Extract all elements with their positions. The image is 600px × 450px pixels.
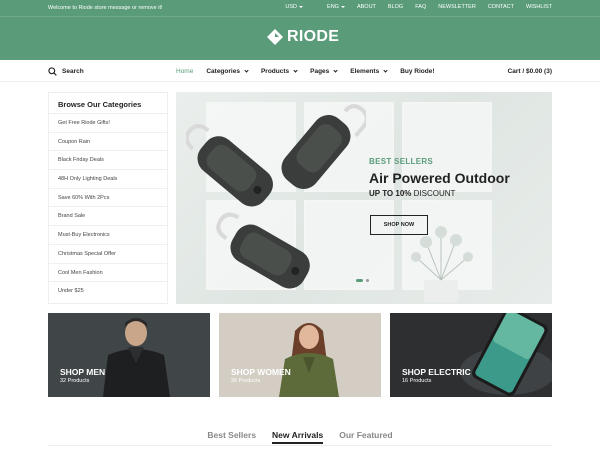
search-label: Search: [62, 68, 84, 75]
slider-dot[interactable]: [356, 279, 363, 282]
banner-title: SHOP ELECTRIC: [402, 367, 471, 377]
nav-item-pages[interactable]: Pages: [310, 68, 338, 75]
chevron-down-icon: [340, 6, 345, 8]
category-item[interactable]: Black Friday Deals: [49, 151, 167, 171]
logo-mark-icon: [267, 29, 283, 45]
nav-item-home[interactable]: Home: [176, 68, 193, 75]
tab-our-featured[interactable]: Our Featured: [339, 430, 392, 440]
nav-label: Categories: [206, 68, 240, 75]
shop-now-button[interactable]: SHOP NOW: [370, 215, 428, 235]
search-button[interactable]: Search: [48, 67, 84, 76]
main-nav: Search Home Categories Products Pages El…: [0, 60, 600, 82]
chevron-down-icon: [293, 68, 298, 73]
menu: Home Categories Products Pages Elements …: [176, 68, 448, 75]
top-link-wishlist[interactable]: WISHLIST: [526, 4, 552, 10]
language-label: ENG: [327, 4, 339, 10]
sidebar-title: Browse Our Categories: [49, 93, 167, 114]
chevron-down-icon: [299, 6, 304, 8]
category-item[interactable]: Save 60% With 2Pcs: [49, 189, 167, 208]
category-sidebar: Browse Our Categories Get Free Riode Gif…: [48, 92, 168, 304]
top-link-contact[interactable]: CONTACT: [488, 4, 514, 10]
tab-new-arrivals[interactable]: New Arrivals: [272, 430, 324, 444]
chevron-down-icon: [244, 68, 249, 73]
tab-divider: [48, 445, 552, 446]
hero-text: BEST SELLERS Air Powered Outdoor UP TO 1…: [369, 157, 510, 198]
top-links: USD ENG ABOUT BLOG FAQ NEWSLETTER CONTAC…: [261, 4, 552, 10]
banner-shop-men[interactable]: SHOP MEN 32 Products: [48, 313, 210, 397]
category-item[interactable]: Cool Men Fashion: [49, 264, 167, 283]
nav-item-buy-riode[interactable]: Buy Riode!: [400, 68, 434, 75]
top-link-newsletter[interactable]: NEWSLETTER: [438, 4, 476, 10]
nav-label: Products: [260, 68, 290, 75]
currency-selector[interactable]: USD: [273, 4, 304, 10]
phone-photo: [390, 313, 552, 397]
hero-slider: BEST SELLERS Air Powered Outdoor UP TO 1…: [176, 92, 552, 304]
hero-discount-label: DISCOUNT: [413, 189, 456, 198]
cart-link[interactable]: Cart / $0.00 (3): [508, 68, 552, 75]
nav-item-categories[interactable]: Categories: [206, 68, 249, 75]
top-link-faq[interactable]: FAQ: [415, 4, 426, 10]
man-photo: [48, 313, 210, 397]
chevron-down-icon: [333, 68, 338, 73]
hero-title: Air Powered Outdoor: [369, 170, 510, 186]
top-link-blog[interactable]: BLOG: [388, 4, 403, 10]
banner-count: 16 Products: [402, 378, 432, 384]
nav-label: Elements: [350, 68, 380, 75]
category-item[interactable]: Christmas Special Offer: [49, 245, 167, 264]
banner-title: SHOP MEN: [60, 367, 106, 377]
nav-label: Buy Riode!: [400, 68, 435, 75]
banner-count: 32 Products: [60, 378, 90, 384]
hero-subtitle: UP TO 10% DISCOUNT: [369, 189, 510, 198]
search-icon: [48, 67, 57, 76]
category-item[interactable]: Under $25: [49, 282, 167, 301]
tab-best-sellers[interactable]: Best Sellers: [207, 430, 256, 440]
banner-count: 26 Products: [231, 378, 261, 384]
hero-tag: BEST SELLERS: [369, 157, 434, 166]
header: Welcome to Riode store message or remove…: [0, 0, 600, 60]
category-item[interactable]: Brand Sale: [49, 207, 167, 227]
product-tabs: Best Sellers New Arrivals Our Featured: [0, 430, 600, 444]
banner-shop-women[interactable]: SHOP WOMEN 26 Products: [219, 313, 381, 397]
hero-discount: UP TO 10%: [369, 189, 412, 198]
category-item[interactable]: Must-Buy Electronics: [49, 226, 167, 245]
banner-shop-electric[interactable]: SHOP ELECTRIC 16 Products: [390, 313, 552, 397]
language-selector[interactable]: ENG: [315, 4, 345, 10]
category-item[interactable]: Coupon Rain: [49, 133, 167, 152]
chevron-down-icon: [383, 68, 388, 73]
currency-label: USD: [285, 4, 298, 10]
top-bar: Welcome to Riode store message or remove…: [0, 0, 600, 17]
nav-item-elements[interactable]: Elements: [350, 68, 388, 75]
logo-text: RIODE: [287, 28, 340, 45]
slider-dots: [356, 279, 369, 282]
logo[interactable]: RIODE: [267, 28, 339, 46]
nav-label: Pages: [310, 68, 330, 75]
welcome-message: Welcome to Riode store message or remove…: [48, 5, 163, 11]
banner-title: SHOP WOMEN: [231, 367, 291, 377]
woman-photo: [219, 313, 381, 397]
category-item[interactable]: Get Free Riode Gifts!: [49, 114, 167, 133]
product-speakers-image: [186, 104, 366, 289]
slider-dot[interactable]: [366, 279, 369, 282]
category-item[interactable]: 48H Only Lighting Deals: [49, 170, 167, 189]
top-link-about[interactable]: ABOUT: [357, 4, 376, 10]
nav-item-products[interactable]: Products: [260, 68, 298, 75]
nav-label: Home: [176, 68, 194, 75]
